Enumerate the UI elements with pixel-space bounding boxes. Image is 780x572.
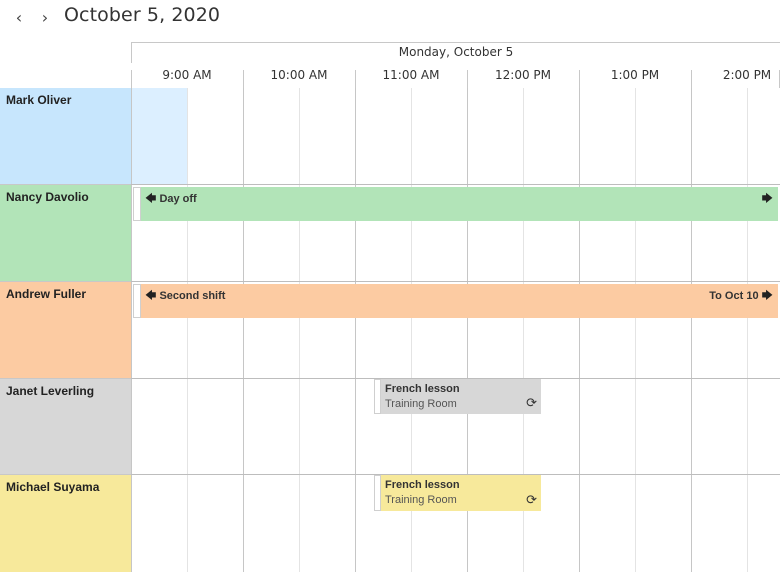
time-label-1pm: 1:00 PM — [610, 68, 660, 82]
time-ruler: 9:00 AM 10:00 AM 11:00 AM 12:00 PM 1:00 … — [131, 62, 780, 88]
date-navigator: ‹ › — [6, 6, 58, 28]
grid-line — [131, 88, 132, 572]
appointment-stub — [133, 187, 141, 221]
grid-line — [579, 88, 580, 572]
appointment-french-lesson[interactable]: French lesson Training Room ⟳ — [381, 475, 541, 511]
row-divider — [131, 184, 780, 185]
appointment-stub — [374, 379, 381, 414]
appointment-title: French lesson — [385, 383, 460, 395]
selected-cell[interactable] — [132, 88, 187, 184]
previous-day-button[interactable]: ‹ — [6, 6, 32, 28]
appointment-stub — [374, 475, 381, 511]
appointment-title: Second shift — [159, 290, 226, 302]
resource-header-mark-oliver: Mark Oliver — [0, 88, 131, 185]
time-label-9am: 9:00 AM — [162, 68, 212, 82]
appointment-location: Training Room — [385, 398, 457, 410]
appointment-second-shift[interactable]: 🡄 Second shift To Oct 10 🡆 — [141, 284, 778, 318]
resource-header-janet-leverling: Janet Leverling — [0, 379, 131, 475]
resource-name: Mark Oliver — [6, 93, 72, 107]
continuation-note: To Oct 10 — [709, 290, 759, 302]
arrow-right-icon: 🡆 — [761, 193, 773, 205]
timeline-grid: Mark Oliver Nancy Davolio Andrew Fuller … — [0, 88, 780, 572]
appointment-stub — [133, 284, 141, 318]
time-label-12pm: 12:00 PM — [495, 68, 551, 82]
grid-line — [691, 88, 692, 572]
grid-line — [635, 88, 636, 572]
chevron-left-icon: ‹ — [15, 7, 23, 27]
grid-line — [355, 88, 356, 572]
current-date-title[interactable]: October 5, 2020 — [64, 4, 220, 26]
resource-header-andrew-fuller: Andrew Fuller — [0, 282, 131, 379]
resource-header-michael-suyama: Michael Suyama — [0, 475, 131, 572]
next-day-button[interactable]: › — [32, 6, 58, 28]
appointment-french-lesson[interactable]: French lesson Training Room ⟳ — [381, 379, 541, 414]
row-divider — [131, 281, 780, 282]
appointment-title: Day off — [159, 193, 197, 205]
time-label-10am: 10:00 AM — [270, 68, 328, 82]
recurrence-icon: ⟳ — [526, 492, 537, 507]
day-column-header: Monday, October 5 — [131, 42, 780, 63]
grid-line — [747, 88, 748, 572]
appointment-day-off[interactable]: 🡄 Day off 🡆 — [141, 187, 778, 221]
resource-name: Michael Suyama — [6, 480, 100, 494]
arrow-left-icon: 🡄 — [145, 290, 157, 302]
appointment-continuation: To Oct 10 🡆 — [709, 287, 773, 306]
arrow-left-icon: 🡄 — [145, 193, 157, 205]
arrow-right-icon: 🡆 — [761, 290, 773, 302]
grid-line — [299, 88, 300, 572]
resource-header-nancy-davolio: Nancy Davolio — [0, 185, 131, 282]
recurrence-icon: ⟳ — [526, 395, 537, 410]
grid-line — [243, 88, 244, 572]
time-label-11am: 11:00 AM — [382, 68, 440, 82]
grid-line — [187, 88, 188, 572]
appointment-title: French lesson — [385, 479, 460, 491]
appointment-location: Training Room — [385, 494, 457, 506]
resource-name: Andrew Fuller — [6, 287, 87, 301]
chevron-right-icon: › — [41, 7, 49, 27]
resource-name: Janet Leverling — [6, 384, 95, 398]
time-label-2pm: 2:00 PM — [722, 68, 772, 82]
resource-name: Nancy Davolio — [6, 190, 89, 204]
